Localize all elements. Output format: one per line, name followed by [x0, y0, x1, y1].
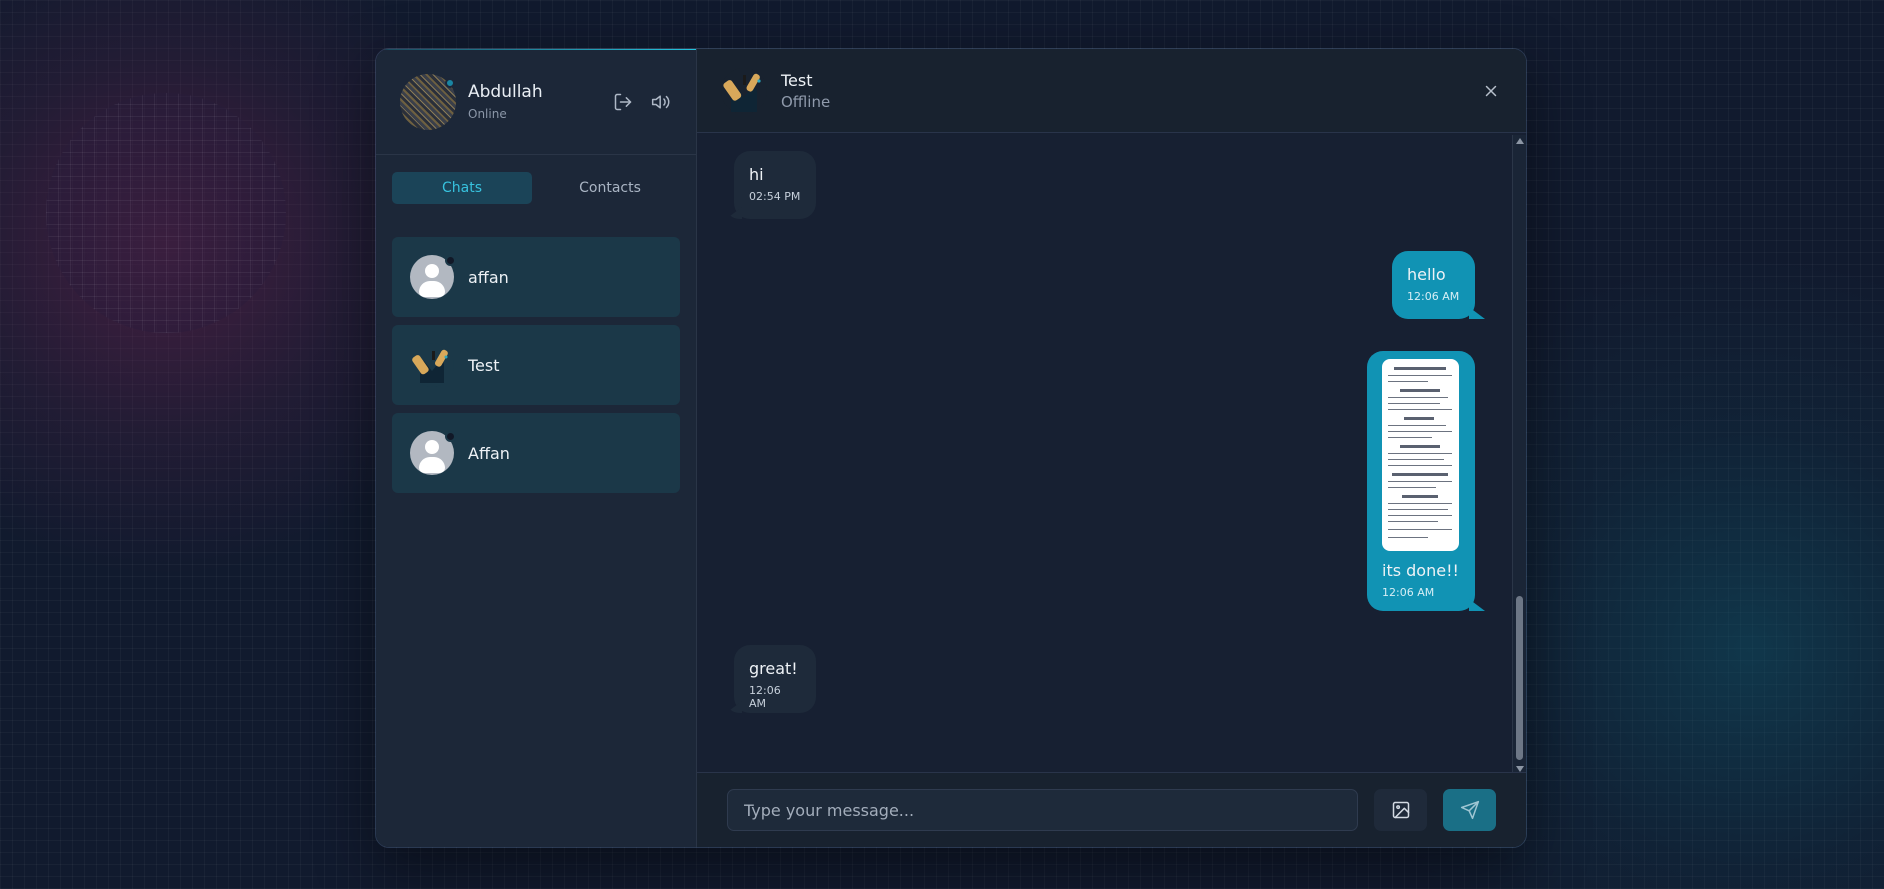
sidebar: Abdullah Online Chats Contacts affan Tes… — [376, 49, 697, 847]
sidebar-tabs: Chats Contacts — [376, 155, 696, 204]
chat-app-window: Abdullah Online Chats Contacts affan Tes… — [375, 48, 1527, 848]
scroll-down-arrow-icon[interactable] — [1516, 766, 1524, 772]
send-icon — [1460, 800, 1479, 820]
test-avatar-graphic — [721, 67, 767, 114]
message-time: 12:06 AM — [749, 684, 781, 710]
chat-item-name: affan — [468, 267, 509, 287]
image-icon — [1392, 801, 1409, 819]
chat-item-affan[interactable]: affan — [392, 237, 680, 317]
message-composer — [697, 772, 1526, 847]
chat-list: affan Test Affan — [376, 204, 696, 493]
message-time: 02:54 PM — [749, 190, 801, 203]
message-time: 12:06 AM — [1407, 290, 1460, 303]
message-incoming: great! 12:06 AM — [734, 645, 816, 713]
chat-avatar-wrap — [410, 431, 456, 475]
background-decoration — [46, 93, 286, 333]
profile-actions — [612, 91, 672, 113]
close-icon — [1485, 85, 1497, 96]
message-text: its done!! — [1382, 561, 1459, 580]
scroll-thumb[interactable] — [1516, 596, 1523, 760]
document-image-attachment[interactable] — [1382, 359, 1459, 551]
tab-contacts[interactable]: Contacts — [540, 172, 680, 204]
test-avatar — [410, 343, 454, 387]
message-outgoing-attachment: its done!! 12:06 AM — [1367, 351, 1475, 611]
send-button[interactable] — [1443, 789, 1496, 831]
message-text: hi — [749, 165, 764, 184]
chat-avatar-wrap — [410, 255, 456, 299]
message-incoming: hi 02:54 PM — [734, 151, 816, 219]
scroll-up-arrow-icon[interactable] — [1516, 138, 1524, 144]
conversation-header: Test Offline — [697, 49, 1526, 133]
offline-status-dot — [445, 255, 456, 266]
online-status-dot — [445, 77, 455, 88]
chat-avatar-wrap — [410, 343, 454, 387]
offline-status-dot — [445, 431, 456, 442]
chat-item-test[interactable]: Test — [392, 325, 680, 405]
contact-avatar[interactable] — [721, 67, 767, 114]
user-name: Abdullah — [468, 82, 543, 102]
profile-text: Abdullah Online — [468, 82, 612, 121]
volume-icon — [651, 94, 670, 109]
message-input[interactable] — [727, 789, 1358, 831]
test-avatar-graphic — [412, 349, 448, 383]
conversation-panel: Test Offline hi 02:54 PM hello 12:06 AM — [697, 49, 1526, 847]
attach-image-button[interactable] — [1374, 789, 1427, 831]
user-avatar-wrap — [400, 73, 456, 130]
logout-button[interactable] — [612, 91, 634, 113]
user-status: Online — [468, 107, 507, 121]
contact-status: Offline — [781, 92, 831, 111]
message-text: great! — [749, 659, 798, 678]
message-text: hello — [1407, 265, 1446, 284]
message-scrollbar[interactable] — [1512, 135, 1526, 772]
sound-toggle-button[interactable] — [650, 91, 672, 113]
profile-header: Abdullah Online — [376, 49, 696, 155]
tab-chats[interactable]: Chats — [392, 172, 532, 204]
logout-icon — [614, 93, 632, 110]
message-list[interactable]: hi 02:54 PM hello 12:06 AM its done!! 12… — [697, 133, 1526, 772]
message-time: 12:06 AM — [1382, 586, 1435, 599]
chat-item-affan-2[interactable]: Affan — [392, 413, 680, 493]
close-chat-button[interactable] — [1480, 80, 1502, 102]
chat-item-name: Affan — [468, 443, 510, 463]
message-outgoing: hello 12:06 AM — [1392, 251, 1475, 319]
contact-info: Test Offline — [781, 71, 1480, 111]
chat-item-name: Test — [468, 355, 500, 375]
contact-name: Test — [781, 70, 813, 90]
